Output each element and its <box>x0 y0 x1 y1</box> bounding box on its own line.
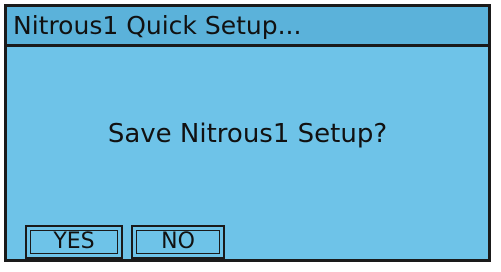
dialog-title: Nitrous1 Quick Setup... <box>13 11 302 40</box>
yes-button[interactable]: YES <box>25 225 123 259</box>
quick-setup-dialog: Nitrous1 Quick Setup... Save Nitrous1 Se… <box>4 4 491 262</box>
save-prompt-message: Save Nitrous1 Setup? <box>107 119 388 149</box>
title-bar: Nitrous1 Quick Setup... <box>7 7 488 47</box>
no-button[interactable]: NO <box>131 225 225 259</box>
